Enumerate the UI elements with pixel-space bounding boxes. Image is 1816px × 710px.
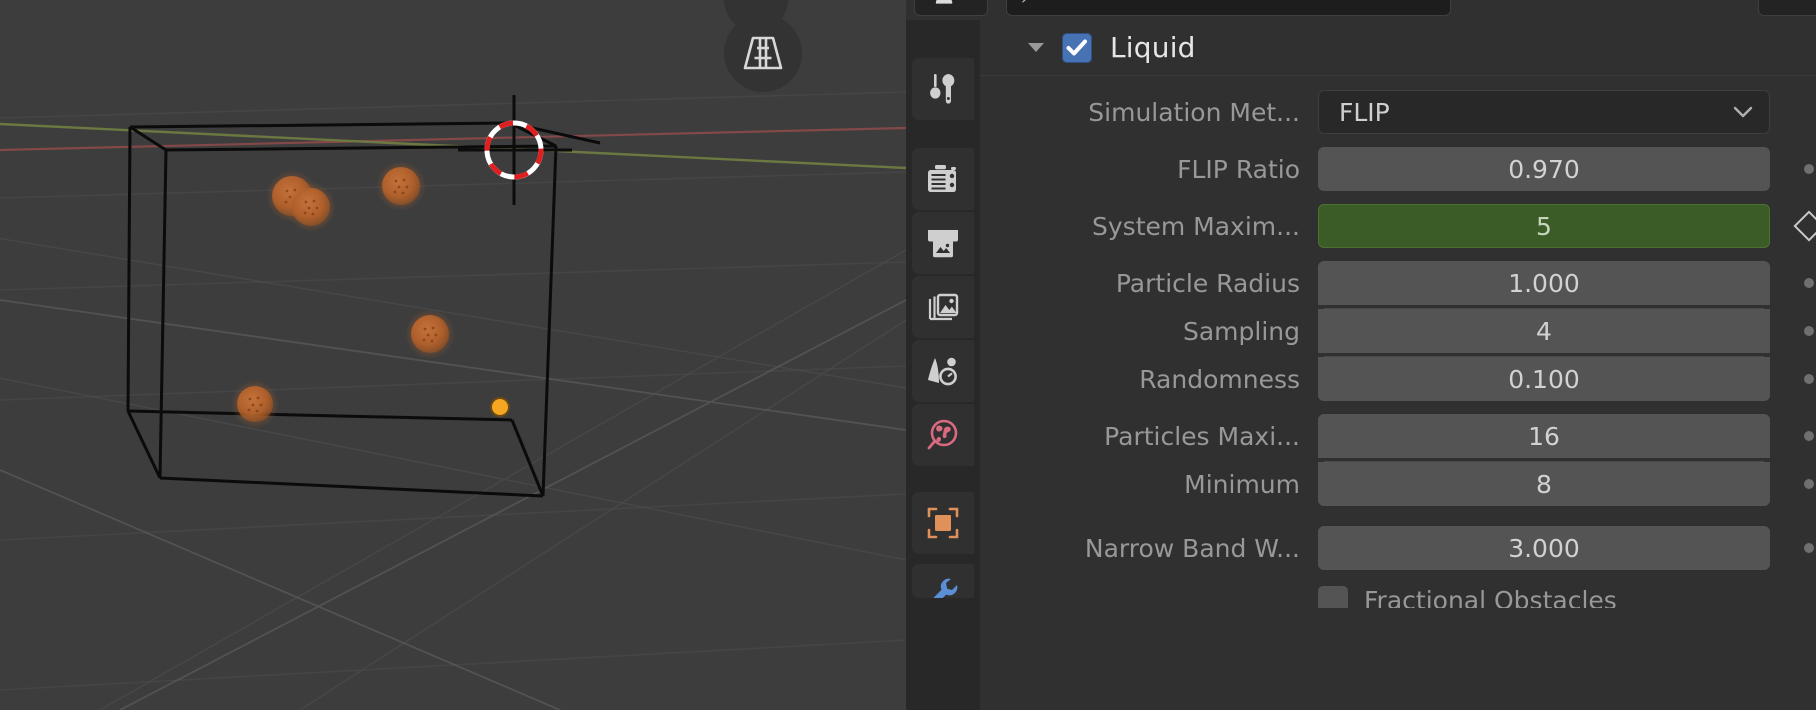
check-icon [1066,39,1087,55]
keyframe-diamond-icon[interactable] [1793,210,1816,242]
label-sampling: Sampling [1182,316,1300,346]
slider-randomness[interactable]: 0.100 [1318,356,1770,401]
row-narrow-band-width: Narrow Band W... 3.000 [980,524,1816,572]
sidebar-item-output[interactable] [912,212,974,274]
wrench-icon [933,578,958,598]
row-simulation-method: Simulation Met... FLIP [980,88,1816,136]
sidebar-item-modifiers[interactable] [912,564,974,598]
property-rows: Simulation Met... FLIP FLIP Ratio 0.970 … [980,76,1816,608]
3d-viewport[interactable] [0,0,906,710]
sidebar-item-scene[interactable] [912,340,974,402]
label-particles-maximum: Particles Maxi... [1104,421,1300,451]
label-randomness: Randomness [1139,364,1300,394]
camera-back-icon [928,165,956,192]
properties-tab-column [906,20,980,710]
animate-dot-icon[interactable] [1804,326,1814,336]
field-separator [1324,461,1764,462]
animate-dot-icon[interactable] [1804,164,1814,174]
row-fractional-obstacles: Fractional Obstacles [980,586,1816,608]
row-flip-ratio: FLIP Ratio 0.970 [980,145,1816,193]
properties-editor: › [906,0,1816,710]
slider-narrow-band-width[interactable]: 3.000 [1318,526,1770,570]
dropdown-simulation-method[interactable]: FLIP [1318,90,1770,134]
field-separator [1324,356,1764,357]
row-system-maximum: System Maxim... 5 [980,202,1816,250]
properties-breadcrumb-bar: › [906,0,1816,20]
field-separator [1324,308,1764,309]
row-sampling: Sampling 4 [980,307,1816,355]
slider-particle-radius[interactable]: 1.000 [1318,261,1770,305]
decorator-particles-maximum[interactable] [1770,431,1816,441]
breadcrumb-chevron-icon: › [1021,0,1028,8]
label-fractional-obstacles: Fractional Obstacles [1364,586,1617,608]
slider-particles-minimum[interactable]: 8 [1318,461,1770,506]
sidebar-item-view-layer[interactable] [912,276,974,338]
row-particle-radius: Particle Radius 1.000 [980,259,1816,307]
row-particles-maximum: Particles Maxi... 16 [980,412,1816,460]
value-system-maximum: 5 [1536,211,1552,241]
value-narrow-band-width: 3.000 [1508,533,1580,563]
tool-icon [930,74,955,104]
slider-flip-ratio[interactable]: 0.970 [1318,147,1770,191]
object-data-icon [935,0,953,4]
breadcrumb-right-pill[interactable] [1758,0,1816,16]
value-particles-minimum: 8 [1536,469,1552,499]
sidebar-item-object[interactable] [912,492,974,554]
value-sampling: 4 [1536,316,1552,346]
value-randomness: 0.100 [1508,364,1580,394]
world-globe-icon [927,419,958,450]
printer-icon [928,230,958,258]
slider-sampling[interactable]: 4 [1318,308,1770,353]
row-particles-minimum: Minimum 8 [980,460,1816,508]
liquid-enable-checkbox[interactable] [1062,32,1092,63]
label-particles-minimum: Minimum [1184,469,1300,499]
label-system-maximum: System Maxim... [1092,211,1300,241]
slider-system-maximum[interactable]: 5 [1318,204,1770,248]
animate-dot-icon[interactable] [1804,543,1814,553]
liquid-panel-title: Liquid [1110,31,1196,64]
sidebar-item-render[interactable] [912,148,974,210]
scene-cone-icon [928,357,957,386]
object-origin-dot [490,397,510,417]
chevron-down-icon[interactable] [1028,43,1044,52]
animate-dot-icon[interactable] [1804,278,1814,288]
viewport-scene [0,0,906,710]
label-particle-radius: Particle Radius [1115,268,1300,298]
value-particles-maximum: 16 [1528,421,1560,451]
properties-body: Liquid Simulation Met... FLIP FLIP Ratio… [906,20,1816,710]
animate-dot-icon[interactable] [1804,479,1814,489]
grid-floor-icon [743,36,783,70]
object-square-icon [927,507,959,539]
value-simulation-method: FLIP [1339,97,1390,127]
row-randomness: Randomness 0.100 [980,355,1816,403]
images-icon [928,293,959,321]
decorator-flip-ratio[interactable] [1770,164,1816,174]
decorator-narrow-band-width[interactable] [1770,543,1816,553]
decorator-randomness[interactable] [1770,374,1816,384]
blender-window: › [0,0,1816,710]
liquid-panel-header[interactable]: Liquid [980,20,1816,76]
label-narrow-band-width: Narrow Band W... [1084,533,1300,563]
sidebar-item-world[interactable] [912,404,974,466]
decorator-particle-radius[interactable] [1770,278,1816,288]
label-flip-ratio: FLIP Ratio [1177,154,1300,184]
chevron-down-icon [1733,106,1753,118]
animate-dot-icon[interactable] [1804,431,1814,441]
slider-particles-maximum[interactable]: 16 [1318,414,1770,458]
decorator-system-maximum[interactable] [1770,210,1816,242]
liquid-settings-panel: Liquid Simulation Met... FLIP FLIP Ratio… [980,20,1816,710]
label-simulation-method: Simulation Met... [1088,97,1300,127]
grid-floor-icon-button[interactable] [724,14,802,92]
animate-dot-icon[interactable] [1804,374,1814,384]
decorator-particles-minimum[interactable] [1770,479,1816,489]
breadcrumb-object-pill[interactable] [914,0,988,16]
value-flip-ratio: 0.970 [1508,154,1580,184]
sidebar-item-tool[interactable] [912,58,974,120]
decorator-sampling[interactable] [1770,326,1816,336]
breadcrumb-path-pill[interactable]: › [1006,0,1451,16]
fractional-obstacles-checkbox[interactable] [1318,586,1348,608]
value-particle-radius: 1.000 [1508,268,1580,298]
